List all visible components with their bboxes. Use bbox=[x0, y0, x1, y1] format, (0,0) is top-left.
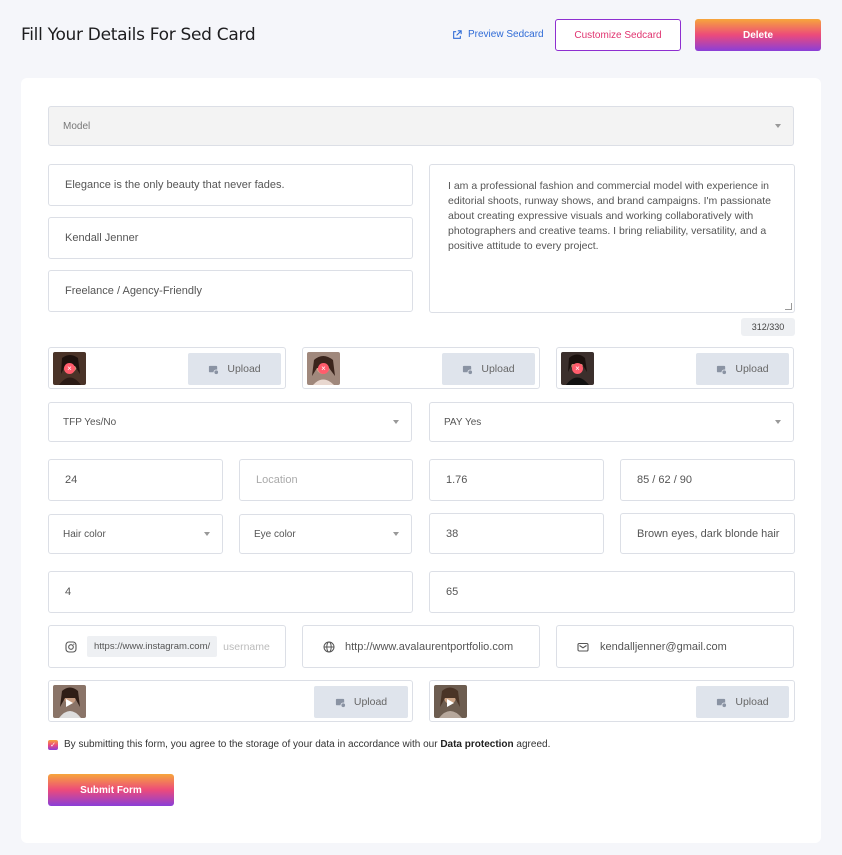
instagram-prefix: https://www.instagram.com/ bbox=[87, 636, 218, 657]
image-upload-icon bbox=[717, 365, 728, 375]
preview-sedcard-link[interactable]: Preview Sedcard bbox=[452, 29, 544, 40]
motto-value: Elegance is the only beauty that never f… bbox=[65, 179, 285, 191]
appearance-value: Brown eyes, dark blonde hair bbox=[637, 527, 780, 540]
submit-form-button[interactable]: Submit Form bbox=[48, 774, 174, 806]
delete-button[interactable]: Delete bbox=[695, 19, 821, 51]
upload-button[interactable]: Upload bbox=[696, 353, 789, 385]
bio-value: I am a professional fashion and commerci… bbox=[448, 180, 772, 252]
consent-row: ✓ By submitting this form, you agree to … bbox=[48, 739, 550, 750]
location-placeholder: Location bbox=[256, 474, 298, 486]
globe-icon bbox=[323, 641, 335, 652]
consent-checkbox[interactable]: ✓ bbox=[48, 739, 58, 750]
email-value: kendalljenner@gmail.com bbox=[600, 640, 727, 653]
page-title: Fill Your Details For Sed Card bbox=[21, 25, 256, 45]
hair-color-value: Hair color bbox=[63, 528, 106, 540]
appearance-input[interactable]: Brown eyes, dark blonde hair bbox=[620, 513, 795, 554]
number-b-value: 65 bbox=[446, 586, 459, 598]
consent-text: By submitting this form, you agree to th… bbox=[64, 739, 550, 750]
video-thumbnail bbox=[53, 685, 86, 718]
chevron-down-icon bbox=[393, 420, 399, 424]
video-upload-2: Upload bbox=[429, 680, 795, 722]
chevron-down-icon bbox=[775, 124, 781, 128]
instagram-username-placeholder: username bbox=[223, 640, 270, 653]
photo-thumbnail: × bbox=[307, 352, 340, 385]
pay-value: PAY Yes bbox=[444, 416, 482, 428]
photo-upload-3: × Upload bbox=[556, 347, 794, 389]
consent-text-before: By submitting this form, you agree to th… bbox=[64, 739, 441, 750]
upload-label: Upload bbox=[735, 696, 769, 708]
name-input[interactable]: Kendall Jenner bbox=[48, 217, 413, 259]
number-input-b[interactable]: 65 bbox=[429, 571, 795, 613]
measurements-input[interactable]: 85 / 62 / 90 bbox=[620, 459, 795, 501]
upload-label: Upload bbox=[227, 363, 261, 375]
website-input[interactable]: http://www.avalaurentportfolio.com bbox=[302, 625, 540, 668]
shoe-size-value: 38 bbox=[446, 527, 459, 540]
external-link-icon bbox=[453, 29, 462, 39]
resize-handle-icon[interactable] bbox=[785, 303, 792, 310]
hair-color-select[interactable]: Hair color bbox=[48, 514, 223, 554]
bio-textarea[interactable]: I am a professional fashion and commerci… bbox=[429, 164, 795, 313]
age-input[interactable]: 24 bbox=[48, 459, 223, 501]
customize-sedcard-button[interactable]: Customize Sedcard bbox=[555, 19, 681, 51]
website-value: http://www.avalaurentportfolio.com bbox=[345, 640, 514, 653]
age-value: 24 bbox=[65, 474, 78, 486]
image-upload-icon bbox=[717, 698, 728, 708]
upload-button[interactable]: Upload bbox=[188, 353, 281, 385]
tfp-select[interactable]: TFP Yes/No bbox=[48, 402, 412, 442]
number-input-a[interactable]: 4 bbox=[48, 571, 413, 613]
work-type-input[interactable]: Freelance / Agency-Friendly bbox=[48, 270, 413, 312]
motto-input[interactable]: Elegance is the only beauty that never f… bbox=[48, 164, 413, 206]
video-thumbnail bbox=[434, 685, 467, 718]
shoe-size-input[interactable]: 38 bbox=[429, 513, 604, 554]
number-a-value: 4 bbox=[65, 586, 72, 598]
eye-color-value: Eye color bbox=[254, 528, 296, 540]
measurements-value: 85 / 62 / 90 bbox=[637, 474, 693, 486]
remove-photo-icon[interactable]: × bbox=[64, 363, 75, 374]
email-input[interactable]: kendalljenner@gmail.com bbox=[556, 625, 794, 668]
remove-photo-icon[interactable]: × bbox=[318, 363, 329, 374]
chevron-down-icon bbox=[393, 532, 399, 536]
photo-upload-1: × Upload bbox=[48, 347, 286, 389]
consent-text-after: agreed. bbox=[513, 739, 551, 750]
height-value: 1.76 bbox=[446, 474, 468, 486]
preview-sedcard-label: Preview Sedcard bbox=[468, 29, 544, 40]
height-input[interactable]: 1.76 bbox=[429, 459, 604, 501]
category-value: Model bbox=[63, 120, 91, 132]
bio-character-counter: 312/330 bbox=[741, 318, 795, 336]
tfp-value: TFP Yes/No bbox=[63, 416, 117, 428]
chevron-down-icon bbox=[775, 420, 781, 424]
category-select[interactable]: Model bbox=[48, 106, 794, 146]
name-value: Kendall Jenner bbox=[65, 232, 139, 244]
work-type-value: Freelance / Agency-Friendly bbox=[65, 285, 202, 297]
image-upload-icon bbox=[335, 698, 346, 708]
chevron-down-icon bbox=[204, 532, 210, 536]
image-upload-icon bbox=[463, 365, 474, 375]
upload-button[interactable]: Upload bbox=[314, 686, 408, 718]
image-upload-icon bbox=[209, 365, 220, 375]
eye-color-select[interactable]: Eye color bbox=[239, 514, 412, 554]
video-upload-1: Upload bbox=[48, 680, 413, 722]
upload-button[interactable]: Upload bbox=[696, 686, 789, 718]
instagram-input[interactable]: https://www.instagram.com/ username bbox=[48, 625, 286, 668]
remove-photo-icon[interactable]: × bbox=[572, 363, 583, 374]
pay-select[interactable]: PAY Yes bbox=[429, 402, 794, 442]
upload-button[interactable]: Upload bbox=[442, 353, 535, 385]
location-input[interactable]: Location bbox=[239, 459, 413, 501]
upload-label: Upload bbox=[353, 696, 388, 708]
data-protection-link[interactable]: Data protection bbox=[440, 739, 513, 750]
instagram-icon bbox=[65, 640, 77, 653]
photo-thumbnail: × bbox=[561, 352, 594, 385]
photo-thumbnail: × bbox=[53, 352, 86, 385]
mail-icon bbox=[577, 642, 589, 652]
upload-label: Upload bbox=[481, 363, 515, 375]
page-header: Fill Your Details For Sed Card Preview S… bbox=[0, 0, 842, 70]
photo-upload-2: × Upload bbox=[302, 347, 540, 389]
upload-label: Upload bbox=[735, 363, 769, 375]
